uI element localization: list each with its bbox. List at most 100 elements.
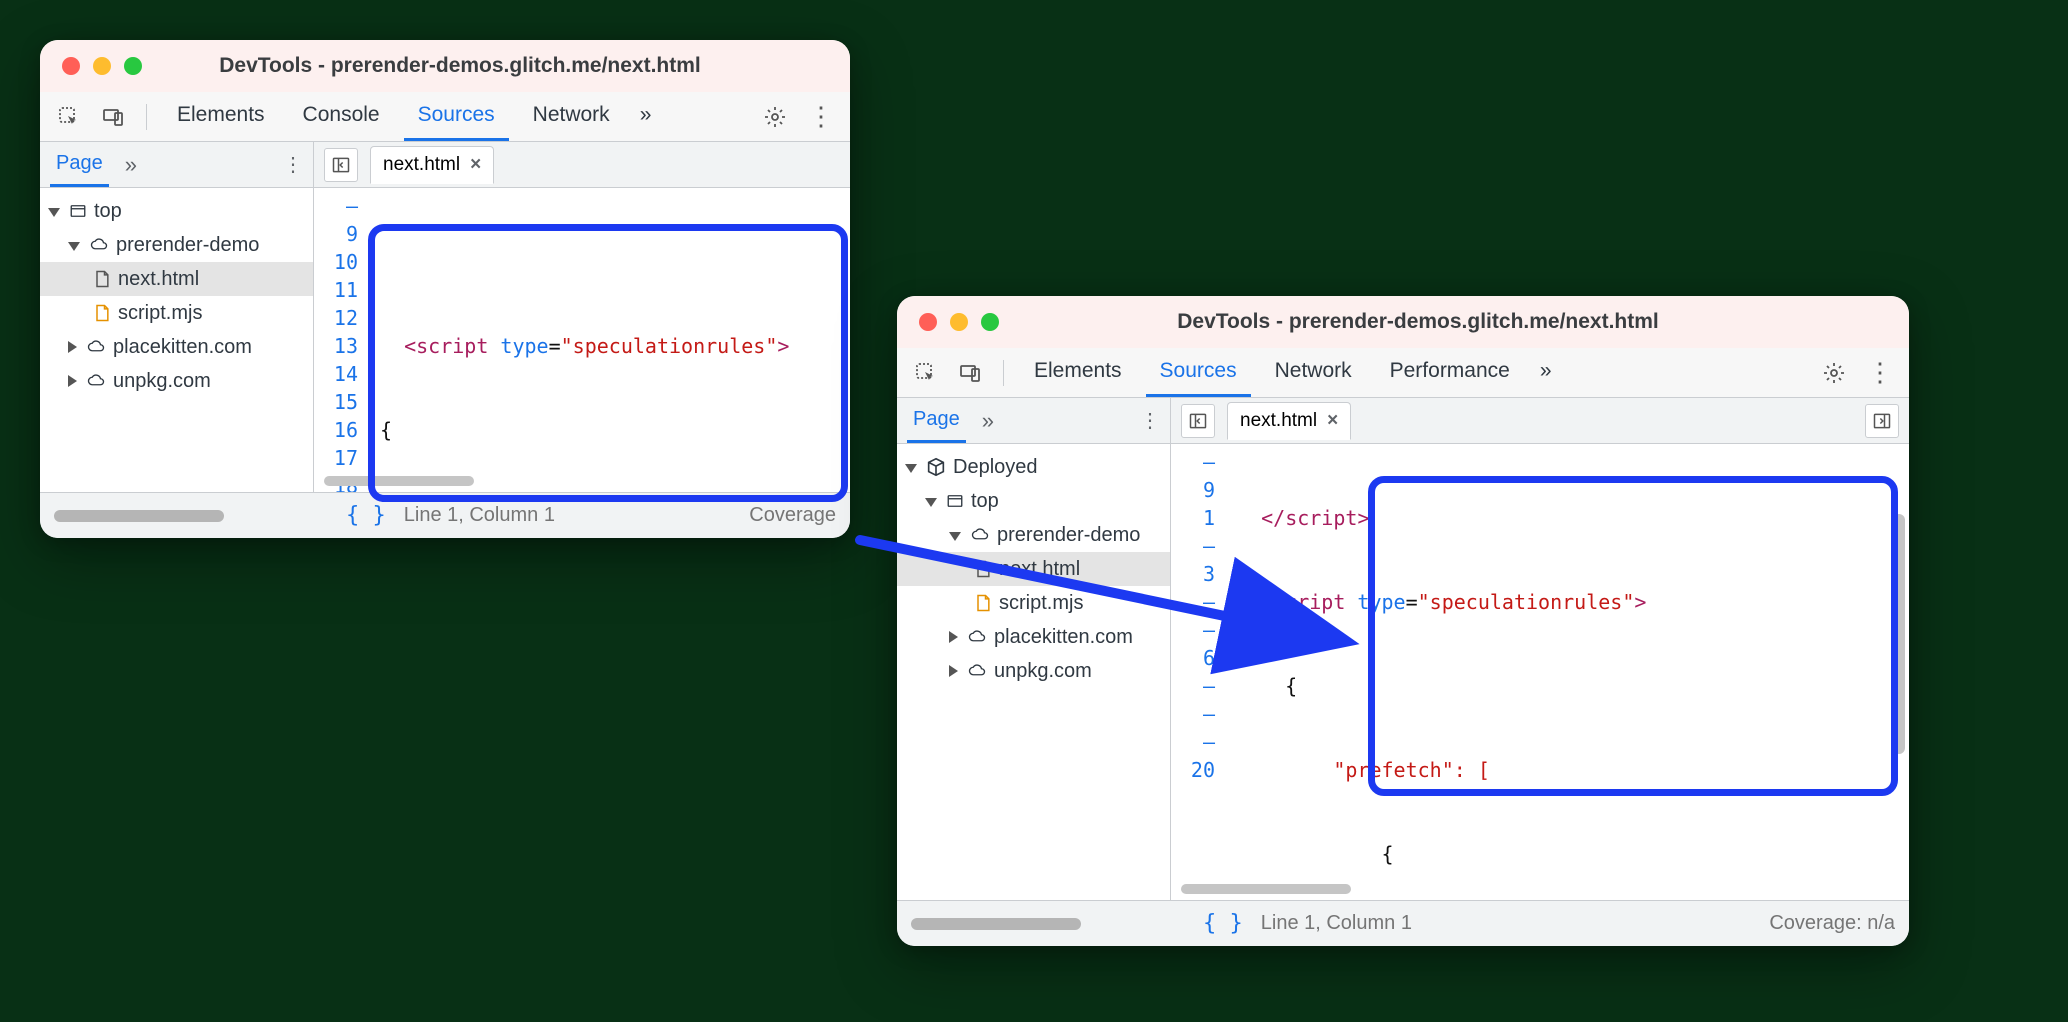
file-tab-next-html[interactable]: next.html ×	[1227, 402, 1351, 440]
page-tab[interactable]: Page	[50, 142, 109, 187]
minimize-icon[interactable]	[93, 57, 111, 75]
coverage-status: Coverage: n/a	[1769, 912, 1895, 935]
maximize-icon[interactable]	[124, 57, 142, 75]
tree-label: top	[971, 490, 999, 513]
tree-item-script-mjs[interactable]: script.mjs	[40, 296, 313, 330]
file-icon	[92, 268, 112, 290]
tree-label: script.mjs	[999, 592, 1083, 615]
maximize-icon[interactable]	[981, 313, 999, 331]
tree-label: prerender-demo	[997, 524, 1140, 547]
traffic-lights	[62, 57, 142, 75]
status-bar: { } Line 1, Column 1 Coverage	[40, 492, 850, 538]
subtabs-overflow-icon[interactable]: »	[982, 408, 994, 434]
tree-item-placekitten[interactable]: placekitten.com	[40, 330, 313, 364]
status-bar: { } Line 1, Column 1 Coverage: n/a	[897, 900, 1909, 946]
file-icon	[973, 592, 993, 614]
toggle-navigator-icon[interactable]	[324, 148, 358, 182]
devtools-window-right: DevTools - prerender-demos.glitch.me/nex…	[897, 296, 1909, 946]
kebab-icon[interactable]: ⋮	[1863, 356, 1897, 390]
tree-item-domain[interactable]: prerender-demo	[897, 518, 1170, 552]
tree-label: next.html	[999, 558, 1080, 581]
cloud-icon	[88, 236, 110, 254]
device-toolbar-icon[interactable]	[96, 100, 130, 134]
tab-elements[interactable]: Elements	[163, 92, 279, 141]
tab-elements[interactable]: Elements	[1020, 348, 1136, 397]
page-tab[interactable]: Page	[907, 398, 966, 443]
kebab-icon[interactable]: ⋮	[283, 152, 303, 177]
braces-icon[interactable]: { }	[346, 503, 386, 528]
tab-network[interactable]: Network	[519, 92, 624, 141]
tab-sources[interactable]: Sources	[404, 92, 509, 141]
toggle-debugger-icon[interactable]	[1865, 404, 1899, 438]
tree-item-domain[interactable]: prerender-demo	[40, 228, 313, 262]
titlebar: DevTools - prerender-demos.glitch.me/nex…	[40, 40, 850, 92]
gear-icon[interactable]	[1817, 356, 1851, 390]
tree-item-unpkg[interactable]: unpkg.com	[897, 654, 1170, 688]
traffic-lights	[919, 313, 999, 331]
tree-label: next.html	[118, 268, 199, 291]
sources-subheader: Page » ⋮ next.html ×	[897, 398, 1909, 444]
tree-label: unpkg.com	[994, 660, 1092, 683]
tree-item-top[interactable]: top	[897, 484, 1170, 518]
vertical-scrollbar[interactable]	[1893, 514, 1905, 754]
tree-label: prerender-demo	[116, 234, 259, 257]
cloud-icon	[85, 372, 107, 390]
chevron-right-icon	[68, 336, 79, 359]
inspect-icon[interactable]	[52, 100, 86, 134]
inspect-icon[interactable]	[909, 356, 943, 390]
chevron-down-icon	[905, 456, 919, 479]
tree-item-top[interactable]: top	[40, 194, 313, 228]
subtabs-overflow-icon[interactable]: »	[125, 152, 137, 178]
code-body: </script> <script type="speculationrules…	[1225, 448, 1909, 900]
tree-item-next-html[interactable]: next.html	[897, 552, 1170, 586]
tree-item-script-mjs[interactable]: script.mjs	[897, 586, 1170, 620]
chevron-right-icon	[949, 626, 960, 649]
kebab-icon[interactable]: ⋮	[804, 100, 838, 134]
tab-performance[interactable]: Performance	[1376, 348, 1524, 397]
close-tab-icon[interactable]: ×	[470, 154, 481, 176]
close-tab-icon[interactable]: ×	[1327, 410, 1338, 432]
tab-sources[interactable]: Sources	[1146, 348, 1251, 397]
tree-label: unpkg.com	[113, 370, 211, 393]
tree-label: Deployed	[953, 456, 1038, 479]
file-tab-label: next.html	[383, 154, 460, 176]
minimize-icon[interactable]	[950, 313, 968, 331]
main-toolbar: Elements Sources Network Performance » ⋮	[897, 348, 1909, 398]
braces-icon[interactable]: { }	[1203, 911, 1243, 936]
cloud-icon	[966, 662, 988, 680]
file-tab-label: next.html	[1240, 410, 1317, 432]
code-editor[interactable]: – 9 1 – 3 – – 6 – – – 20 </script> <scri…	[1171, 444, 1909, 900]
cloud-icon	[85, 338, 107, 356]
tab-console[interactable]: Console	[289, 92, 394, 141]
file-tab-next-html[interactable]: next.html ×	[370, 146, 494, 184]
tree-label: top	[94, 200, 122, 223]
sources-subheader: Page » ⋮ next.html ×	[40, 142, 850, 188]
kebab-icon[interactable]: ⋮	[1140, 408, 1160, 433]
gear-icon[interactable]	[758, 100, 792, 134]
horizontal-scrollbar[interactable]	[324, 476, 474, 486]
window-icon	[68, 202, 88, 220]
cloud-icon	[969, 526, 991, 544]
tree-label: placekitten.com	[994, 626, 1133, 649]
close-icon[interactable]	[62, 57, 80, 75]
horizontal-scrollbar[interactable]	[1181, 884, 1351, 894]
line-gutter: – 9 10 11 12 13 14 15 16 17 18 19 – 20	[314, 192, 368, 492]
cloud-icon	[966, 628, 988, 646]
tree-item-next-html[interactable]: next.html	[40, 262, 313, 296]
tree-item-deployed[interactable]: Deployed	[897, 450, 1170, 484]
tabs-overflow-icon[interactable]: »	[1534, 348, 1558, 397]
tree-item-placekitten[interactable]: placekitten.com	[897, 620, 1170, 654]
tree-item-unpkg[interactable]: unpkg.com	[40, 364, 313, 398]
device-toolbar-icon[interactable]	[953, 356, 987, 390]
coverage-status: Coverage	[749, 504, 836, 527]
tab-network[interactable]: Network	[1261, 348, 1366, 397]
cube-icon	[925, 456, 947, 478]
chevron-down-icon	[48, 200, 62, 223]
chevron-right-icon	[68, 370, 79, 393]
scrollbar-placeholder	[54, 510, 224, 522]
tabs-overflow-icon[interactable]: »	[634, 92, 658, 141]
close-icon[interactable]	[919, 313, 937, 331]
code-editor[interactable]: – 9 10 11 12 13 14 15 16 17 18 19 – 20	[314, 188, 850, 492]
toggle-navigator-icon[interactable]	[1181, 404, 1215, 438]
tree-label: script.mjs	[118, 302, 202, 325]
